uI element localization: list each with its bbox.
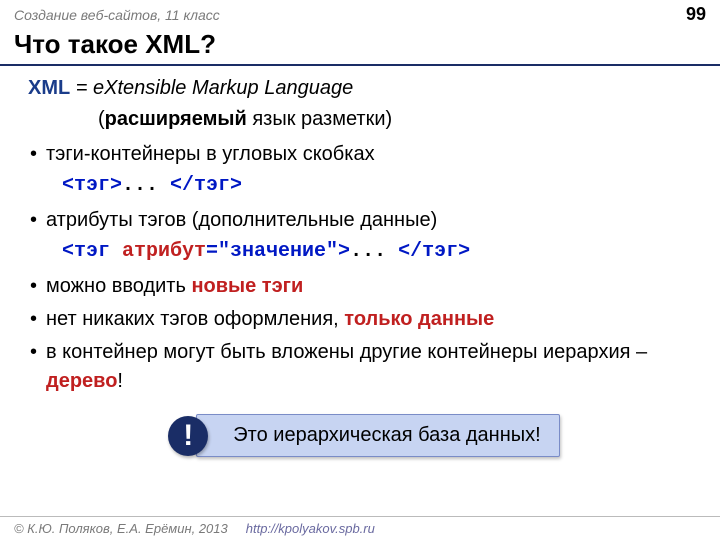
bullet-highlight: новые тэги bbox=[191, 275, 303, 297]
list-item: можно вводить новые тэги bbox=[28, 272, 700, 301]
bullet-suffix: ! bbox=[117, 370, 123, 392]
bullet-text: в контейнер могут быть вложены другие ко… bbox=[46, 341, 647, 363]
slide-footer: © К.Ю. Поляков, Е.А. Ерёмин, 2013 http:/… bbox=[0, 516, 720, 540]
code-tag-close: </тэг> bbox=[398, 240, 470, 263]
bullet-list: тэги-контейнеры в угловых скобках <тэг>.… bbox=[28, 140, 700, 396]
page-title: Что такое XML? bbox=[0, 27, 720, 66]
bullet-text: тэги-контейнеры в угловых скобках bbox=[46, 143, 375, 165]
callout: ! Это иерархическая база данных! bbox=[168, 414, 559, 457]
def-sub-bold: расширяемый bbox=[105, 108, 247, 130]
list-item: тэги-контейнеры в угловых скобках <тэг>.… bbox=[28, 140, 700, 200]
bullet-highlight: дерево bbox=[46, 370, 117, 392]
slide-content: XML = eXtensible Markup Language (расшир… bbox=[0, 66, 720, 457]
definition-line: XML = eXtensible Markup Language bbox=[28, 74, 700, 103]
bullet-text: атрибуты тэгов (дополнительные данные) bbox=[46, 209, 437, 231]
exclamation-icon: ! bbox=[168, 416, 208, 456]
code-tag-open: <тэг bbox=[62, 240, 122, 263]
code-sample-2: <тэг атрибут="значение">... </тэг> bbox=[46, 237, 700, 266]
code-attr-val: ="значение"> bbox=[206, 240, 350, 263]
bullet-text: нет никаких тэгов оформления, bbox=[46, 308, 344, 330]
code-dots: ... bbox=[350, 240, 398, 263]
bullet-text: можно вводить bbox=[46, 275, 191, 297]
def-sub-rest: язык разметки) bbox=[247, 108, 392, 130]
footer-url: http://kpolyakov.spb.ru bbox=[246, 521, 375, 536]
definition-subline: (расширяемый язык разметки) bbox=[28, 105, 700, 134]
def-sub-open: ( bbox=[98, 108, 105, 130]
slide-header: Создание веб-сайтов, 11 класс 99 bbox=[0, 0, 720, 27]
code-dots: ... bbox=[122, 174, 170, 197]
list-item: нет никаких тэгов оформления, только дан… bbox=[28, 305, 700, 334]
callout-wrap: ! Это иерархическая база данных! bbox=[28, 414, 700, 457]
copyright: © К.Ю. Поляков, Е.А. Ерёмин, 2013 bbox=[14, 521, 228, 536]
code-tag-close: </тэг> bbox=[170, 174, 242, 197]
xml-abbr: XML bbox=[28, 77, 70, 99]
list-item: в контейнер могут быть вложены другие ко… bbox=[28, 338, 700, 396]
list-item: атрибуты тэгов (дополнительные данные) <… bbox=[28, 206, 700, 266]
callout-text: Это иерархическая база данных! bbox=[196, 414, 559, 457]
code-sample-1: <тэг>... </тэг> bbox=[46, 171, 700, 200]
def-eq: = bbox=[70, 77, 93, 99]
bullet-highlight: только данные bbox=[344, 308, 494, 330]
page-number: 99 bbox=[686, 4, 706, 25]
code-tag-open: <тэг> bbox=[62, 174, 122, 197]
def-expansion: eXtensible Markup Language bbox=[93, 77, 353, 99]
breadcrumb: Создание веб-сайтов, 11 класс bbox=[14, 7, 220, 23]
code-attr: атрибут bbox=[122, 240, 206, 263]
